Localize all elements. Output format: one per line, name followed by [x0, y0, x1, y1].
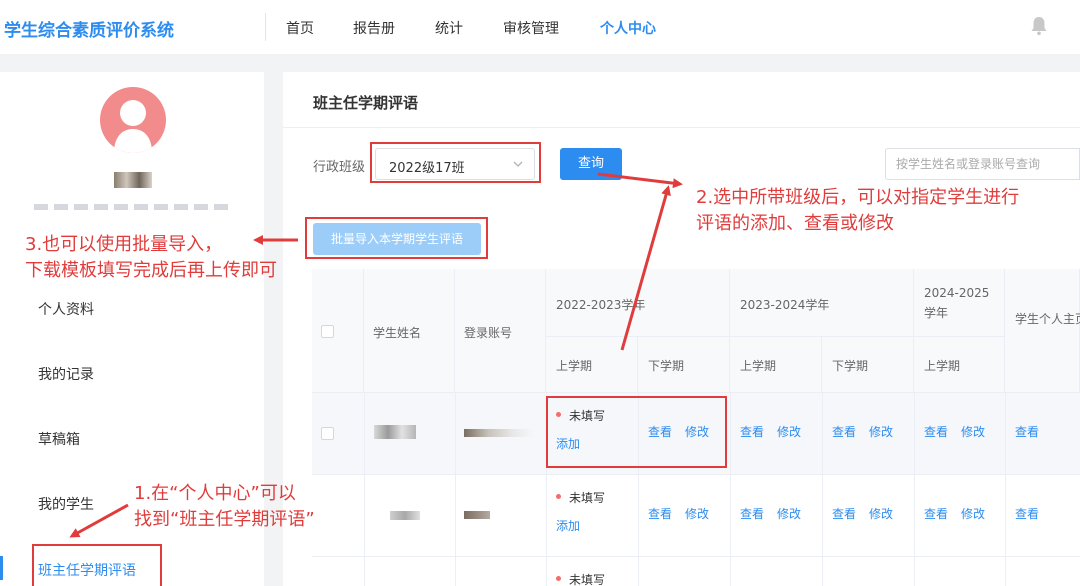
blurred-name: [114, 172, 152, 188]
view-link[interactable]: 查看: [924, 423, 948, 440]
header-year3-cell: 2024-2025学年: [914, 269, 1005, 337]
header-sem3-cell: 上学期: [730, 337, 822, 393]
header-semester-4: 下学期: [832, 359, 869, 373]
status-text: 未填写: [569, 573, 606, 586]
status-text: 未填写: [569, 491, 606, 505]
view-link[interactable]: 查看: [648, 505, 672, 522]
student-search-input[interactable]: [885, 148, 1080, 180]
header-sem1-cell: 上学期: [546, 337, 638, 393]
blurred-student-name: [390, 511, 420, 520]
annotation-step-1-line-2: 找到“班主任学期评语”: [134, 509, 315, 530]
class-filter-label: 行政班级: [313, 160, 366, 175]
select-all-checkbox[interactable]: [321, 325, 334, 338]
nav-item-report-book[interactable]: 报告册: [353, 18, 395, 38]
status-dot: [556, 494, 561, 499]
header-homepage-cell: 学生个人主页: [1005, 269, 1080, 393]
edit-link[interactable]: 修改: [685, 505, 709, 522]
title-divider: [283, 127, 1080, 128]
header-name-cell: 学生姓名: [364, 269, 455, 393]
edit-link[interactable]: 修改: [777, 505, 801, 522]
nav-item-review[interactable]: 审核管理: [503, 18, 559, 38]
column-divider: [914, 393, 915, 586]
active-menu-marker: [0, 556, 3, 580]
view-link[interactable]: 查看: [832, 505, 856, 522]
view-link[interactable]: 查看: [740, 423, 764, 440]
header-sem5-cell: 上学期: [914, 337, 1005, 393]
header-year-2023-2024: 2023-2024学年: [740, 298, 830, 312]
sidebar-item-records[interactable]: 我的记录: [38, 364, 94, 384]
column-divider: [364, 393, 365, 586]
header-year-2022-2023: 2022-2023学年: [556, 298, 646, 312]
view-link[interactable]: 查看: [924, 505, 948, 522]
header-checkbox-cell: [312, 269, 364, 393]
sidebar-item-profile[interactable]: 个人资料: [38, 299, 94, 319]
annotation-step-3-line-2: 下载模板填写完成后再上传即可: [25, 260, 277, 281]
sidebar-item-drafts[interactable]: 草稿箱: [38, 429, 80, 449]
header-account-cell: 登录账号: [455, 269, 546, 393]
column-divider: [730, 393, 731, 586]
column-divider: [822, 393, 823, 586]
add-comment-link[interactable]: 添加: [556, 517, 580, 534]
header-semester-5: 上学期: [924, 359, 961, 373]
highlight-class-select: [370, 142, 541, 183]
header-semester-2: 下学期: [648, 359, 685, 373]
highlight-sidebar-item: [32, 544, 162, 586]
edit-link[interactable]: 修改: [777, 423, 801, 440]
page-title: 班主任学期评语: [313, 94, 419, 112]
highlight-import-button: [305, 217, 488, 259]
status-unfilled: 未填写: [556, 571, 605, 586]
app-title: 学生综合素质评价系统: [4, 21, 174, 41]
edit-link[interactable]: 修改: [869, 505, 893, 522]
column-divider: [455, 393, 456, 586]
blurred-account: [464, 511, 490, 519]
query-button[interactable]: 查询: [560, 148, 622, 180]
nav-item-home[interactable]: 首页: [286, 18, 314, 38]
highlight-first-row-actions: [546, 396, 727, 468]
homepage-view-link[interactable]: 查看: [1015, 505, 1039, 522]
sidebar-item-my-students[interactable]: 我的学生: [38, 494, 94, 514]
column-divider: [1005, 393, 1006, 586]
header-semester-1: 上学期: [556, 359, 593, 373]
annotation-step-3: 3.也可以使用批量导入， 下载模板填写完成后再上传即可: [25, 232, 277, 284]
annotation-step-2-line-1: 2.选中所带班级后，可以对指定学生进行: [696, 187, 1020, 208]
header-year-2024-2025: 2024-2025学年: [924, 286, 990, 320]
edit-link[interactable]: 修改: [961, 505, 985, 522]
row-checkbox[interactable]: [321, 427, 334, 440]
nav-divider: [265, 13, 266, 41]
annotation-step-2: 2.选中所带班级后，可以对指定学生进行 评语的添加、查看或修改: [696, 185, 1019, 237]
header-sem4-cell: 下学期: [822, 337, 914, 393]
header-year1-cell: 2022-2023学年: [546, 269, 730, 337]
blurred-account: [464, 429, 534, 437]
view-link[interactable]: 查看: [740, 505, 764, 522]
header-semester-3: 上学期: [740, 359, 777, 373]
annotation-step-3-line-1: 3.也可以使用批量导入，: [25, 234, 223, 255]
table-row: 未填写 添加 查看 修改 查看 修改 查看 修改 查看 修改 查看: [312, 475, 1080, 557]
annotation-step-1: 1.在“个人中心”可以 找到“班主任学期评语”: [134, 481, 315, 533]
avatar: [100, 87, 166, 153]
nav-item-personal-center[interactable]: 个人中心: [600, 18, 656, 38]
header-student-homepage: 学生个人主页: [1015, 312, 1080, 326]
blurred-info: [34, 204, 234, 210]
nav-item-statistics[interactable]: 统计: [435, 18, 463, 38]
view-link[interactable]: 查看: [832, 423, 856, 440]
user-avatar-icon: [114, 100, 152, 153]
table-row: 未填写: [312, 557, 1080, 586]
status-unfilled: 未填写: [556, 489, 605, 506]
blurred-student-name: [374, 425, 416, 439]
header-year2-cell: 2023-2024学年: [730, 269, 914, 337]
top-navbar: 学生综合素质评价系统 首页 报告册 统计 审核管理 个人中心: [0, 0, 1080, 54]
header-student-name: 学生姓名: [373, 326, 422, 340]
header-login-account: 登录账号: [464, 326, 513, 340]
status-dot: [556, 576, 561, 581]
bell-icon[interactable]: [1030, 16, 1048, 36]
edit-link[interactable]: 修改: [869, 423, 893, 440]
annotation-step-1-line-1: 1.在“个人中心”可以: [134, 483, 296, 504]
annotation-step-2-line-2: 评语的添加、查看或修改: [696, 213, 894, 234]
header-sem2-cell: 下学期: [638, 337, 730, 393]
homepage-view-link[interactable]: 查看: [1015, 423, 1039, 440]
edit-link[interactable]: 修改: [961, 423, 985, 440]
